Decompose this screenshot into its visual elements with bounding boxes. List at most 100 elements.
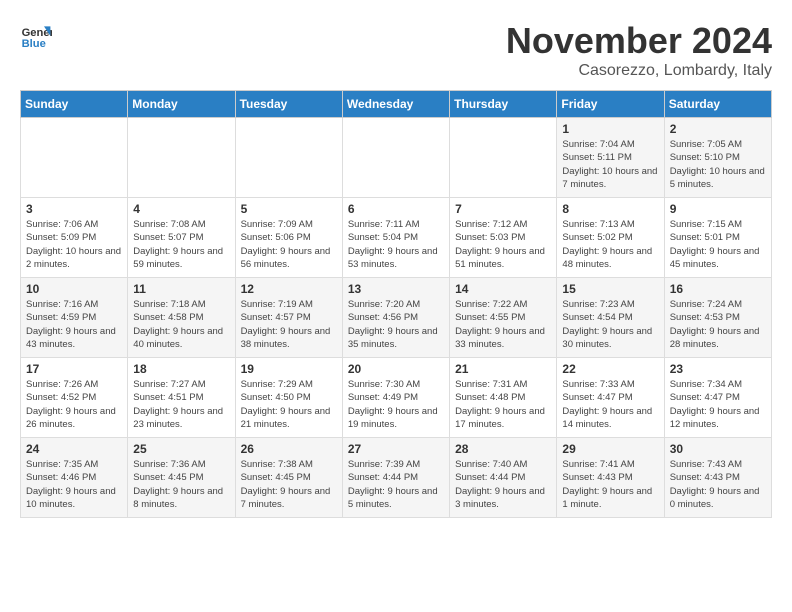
day-info: Sunrise: 7:23 AM Sunset: 4:54 PM Dayligh… [562, 298, 658, 351]
day-cell: 30 Sunrise: 7:43 AM Sunset: 4:43 PM Dayli… [664, 438, 771, 518]
day-info: Sunrise: 7:31 AM Sunset: 4:48 PM Dayligh… [455, 378, 551, 431]
day-info: Sunrise: 7:29 AM Sunset: 4:50 PM Dayligh… [241, 378, 337, 431]
day-info: Sunrise: 7:39 AM Sunset: 4:44 PM Dayligh… [348, 458, 444, 511]
day-cell [235, 118, 342, 198]
day-number: 1 [562, 122, 658, 136]
day-number: 11 [133, 282, 229, 296]
day-cell: 1 Sunrise: 7:04 AM Sunset: 5:11 PM Daylig… [557, 118, 664, 198]
day-cell: 15 Sunrise: 7:23 AM Sunset: 4:54 PM Dayli… [557, 278, 664, 358]
day-cell: 21 Sunrise: 7:31 AM Sunset: 4:48 PM Dayli… [450, 358, 557, 438]
day-number: 23 [670, 362, 766, 376]
day-cell: 4 Sunrise: 7:08 AM Sunset: 5:07 PM Daylig… [128, 198, 235, 278]
day-cell: 20 Sunrise: 7:30 AM Sunset: 4:49 PM Dayli… [342, 358, 449, 438]
week-row-3: 17 Sunrise: 7:26 AM Sunset: 4:52 PM Dayli… [21, 358, 772, 438]
day-cell: 28 Sunrise: 7:40 AM Sunset: 4:44 PM Dayli… [450, 438, 557, 518]
day-cell: 19 Sunrise: 7:29 AM Sunset: 4:50 PM Dayli… [235, 358, 342, 438]
day-info: Sunrise: 7:16 AM Sunset: 4:59 PM Dayligh… [26, 298, 122, 351]
day-number: 27 [348, 442, 444, 456]
day-info: Sunrise: 7:22 AM Sunset: 4:55 PM Dayligh… [455, 298, 551, 351]
day-cell: 3Sunrise: 7:06 AM Sunset: 5:09 PM Daylig… [21, 198, 128, 278]
day-number: 5 [241, 202, 337, 216]
day-cell: 17 Sunrise: 7:26 AM Sunset: 4:52 PM Dayli… [21, 358, 128, 438]
header-monday: Monday [128, 91, 235, 118]
day-cell: 13Sunrise: 7:20 AM Sunset: 4:56 PM Dayli… [342, 278, 449, 358]
day-info: Sunrise: 7:36 AM Sunset: 4:45 PM Dayligh… [133, 458, 229, 511]
svg-text:Blue: Blue [22, 38, 46, 50]
day-info: Sunrise: 7:05 AM Sunset: 5:10 PM Dayligh… [670, 138, 766, 191]
day-cell: 11Sunrise: 7:18 AM Sunset: 4:58 PM Dayli… [128, 278, 235, 358]
day-cell: 8 Sunrise: 7:13 AM Sunset: 5:02 PM Daylig… [557, 198, 664, 278]
day-info: Sunrise: 7:38 AM Sunset: 4:45 PM Dayligh… [241, 458, 337, 511]
day-number: 9 [670, 202, 766, 216]
logo-icon: General Blue [20, 20, 52, 52]
day-number: 30 [670, 442, 766, 456]
day-cell: 2Sunrise: 7:05 AM Sunset: 5:10 PM Daylig… [664, 118, 771, 198]
day-info: Sunrise: 7:34 AM Sunset: 4:47 PM Dayligh… [670, 378, 766, 431]
calendar-subtitle: Casorezzo, Lombardy, Italy [506, 62, 772, 80]
day-cell: 14 Sunrise: 7:22 AM Sunset: 4:55 PM Dayli… [450, 278, 557, 358]
day-number: 7 [455, 202, 551, 216]
day-cell: 23 Sunrise: 7:34 AM Sunset: 4:47 PM Dayli… [664, 358, 771, 438]
week-row-2: 10 Sunrise: 7:16 AM Sunset: 4:59 PM Dayli… [21, 278, 772, 358]
calendar-title: November 2024 [506, 20, 772, 62]
day-info: Sunrise: 7:11 AM Sunset: 5:04 PM Dayligh… [348, 218, 444, 271]
day-number: 19 [241, 362, 337, 376]
day-info: Sunrise: 7:19 AM Sunset: 4:57 PM Dayligh… [241, 298, 337, 351]
day-info: Sunrise: 7:09 AM Sunset: 5:06 PM Dayligh… [241, 218, 337, 271]
day-number: 3 [26, 202, 122, 216]
day-cell: 29Sunrise: 7:41 AM Sunset: 4:43 PM Dayli… [557, 438, 664, 518]
day-cell [342, 118, 449, 198]
day-cell: 25Sunrise: 7:36 AM Sunset: 4:45 PM Dayli… [128, 438, 235, 518]
day-number: 4 [133, 202, 229, 216]
day-info: Sunrise: 7:08 AM Sunset: 5:07 PM Dayligh… [133, 218, 229, 271]
day-cell: 10 Sunrise: 7:16 AM Sunset: 4:59 PM Dayli… [21, 278, 128, 358]
day-cell: 18Sunrise: 7:27 AM Sunset: 4:51 PM Dayli… [128, 358, 235, 438]
day-info: Sunrise: 7:26 AM Sunset: 4:52 PM Dayligh… [26, 378, 122, 431]
day-number: 6 [348, 202, 444, 216]
day-number: 20 [348, 362, 444, 376]
day-number: 24 [26, 442, 122, 456]
day-info: Sunrise: 7:04 AM Sunset: 5:11 PM Dayligh… [562, 138, 658, 191]
day-cell [450, 118, 557, 198]
day-number: 16 [670, 282, 766, 296]
day-info: Sunrise: 7:40 AM Sunset: 4:44 PM Dayligh… [455, 458, 551, 511]
day-cell: 24 Sunrise: 7:35 AM Sunset: 4:46 PM Dayli… [21, 438, 128, 518]
header-tuesday: Tuesday [235, 91, 342, 118]
page-header: General Blue November 2024 Casorezzo, Lo… [20, 20, 772, 80]
day-number: 10 [26, 282, 122, 296]
header-saturday: Saturday [664, 91, 771, 118]
day-info: Sunrise: 7:13 AM Sunset: 5:02 PM Dayligh… [562, 218, 658, 271]
day-number: 8 [562, 202, 658, 216]
day-number: 18 [133, 362, 229, 376]
day-cell [128, 118, 235, 198]
day-info: Sunrise: 7:35 AM Sunset: 4:46 PM Dayligh… [26, 458, 122, 511]
day-number: 21 [455, 362, 551, 376]
day-number: 22 [562, 362, 658, 376]
day-number: 15 [562, 282, 658, 296]
header-sunday: Sunday [21, 91, 128, 118]
day-info: Sunrise: 7:33 AM Sunset: 4:47 PM Dayligh… [562, 378, 658, 431]
week-row-1: 3Sunrise: 7:06 AM Sunset: 5:09 PM Daylig… [21, 198, 772, 278]
day-number: 28 [455, 442, 551, 456]
day-cell [21, 118, 128, 198]
day-number: 26 [241, 442, 337, 456]
day-cell: 12 Sunrise: 7:19 AM Sunset: 4:57 PM Dayli… [235, 278, 342, 358]
day-info: Sunrise: 7:12 AM Sunset: 5:03 PM Dayligh… [455, 218, 551, 271]
day-cell: 26 Sunrise: 7:38 AM Sunset: 4:45 PM Dayli… [235, 438, 342, 518]
day-info: Sunrise: 7:30 AM Sunset: 4:49 PM Dayligh… [348, 378, 444, 431]
header-row: Sunday Monday Tuesday Wednesday Thursday… [21, 91, 772, 118]
week-row-0: 1 Sunrise: 7:04 AM Sunset: 5:11 PM Daylig… [21, 118, 772, 198]
logo: General Blue [20, 20, 52, 52]
day-info: Sunrise: 7:24 AM Sunset: 4:53 PM Dayligh… [670, 298, 766, 351]
day-info: Sunrise: 7:20 AM Sunset: 4:56 PM Dayligh… [348, 298, 444, 351]
header-thursday: Thursday [450, 91, 557, 118]
day-number: 12 [241, 282, 337, 296]
header-wednesday: Wednesday [342, 91, 449, 118]
day-info: Sunrise: 7:43 AM Sunset: 4:43 PM Dayligh… [670, 458, 766, 511]
day-number: 14 [455, 282, 551, 296]
day-cell: 7 Sunrise: 7:12 AM Sunset: 5:03 PM Daylig… [450, 198, 557, 278]
day-cell: 22 Sunrise: 7:33 AM Sunset: 4:47 PM Dayli… [557, 358, 664, 438]
day-cell: 6 Sunrise: 7:11 AM Sunset: 5:04 PM Daylig… [342, 198, 449, 278]
day-number: 17 [26, 362, 122, 376]
week-row-4: 24 Sunrise: 7:35 AM Sunset: 4:46 PM Dayli… [21, 438, 772, 518]
